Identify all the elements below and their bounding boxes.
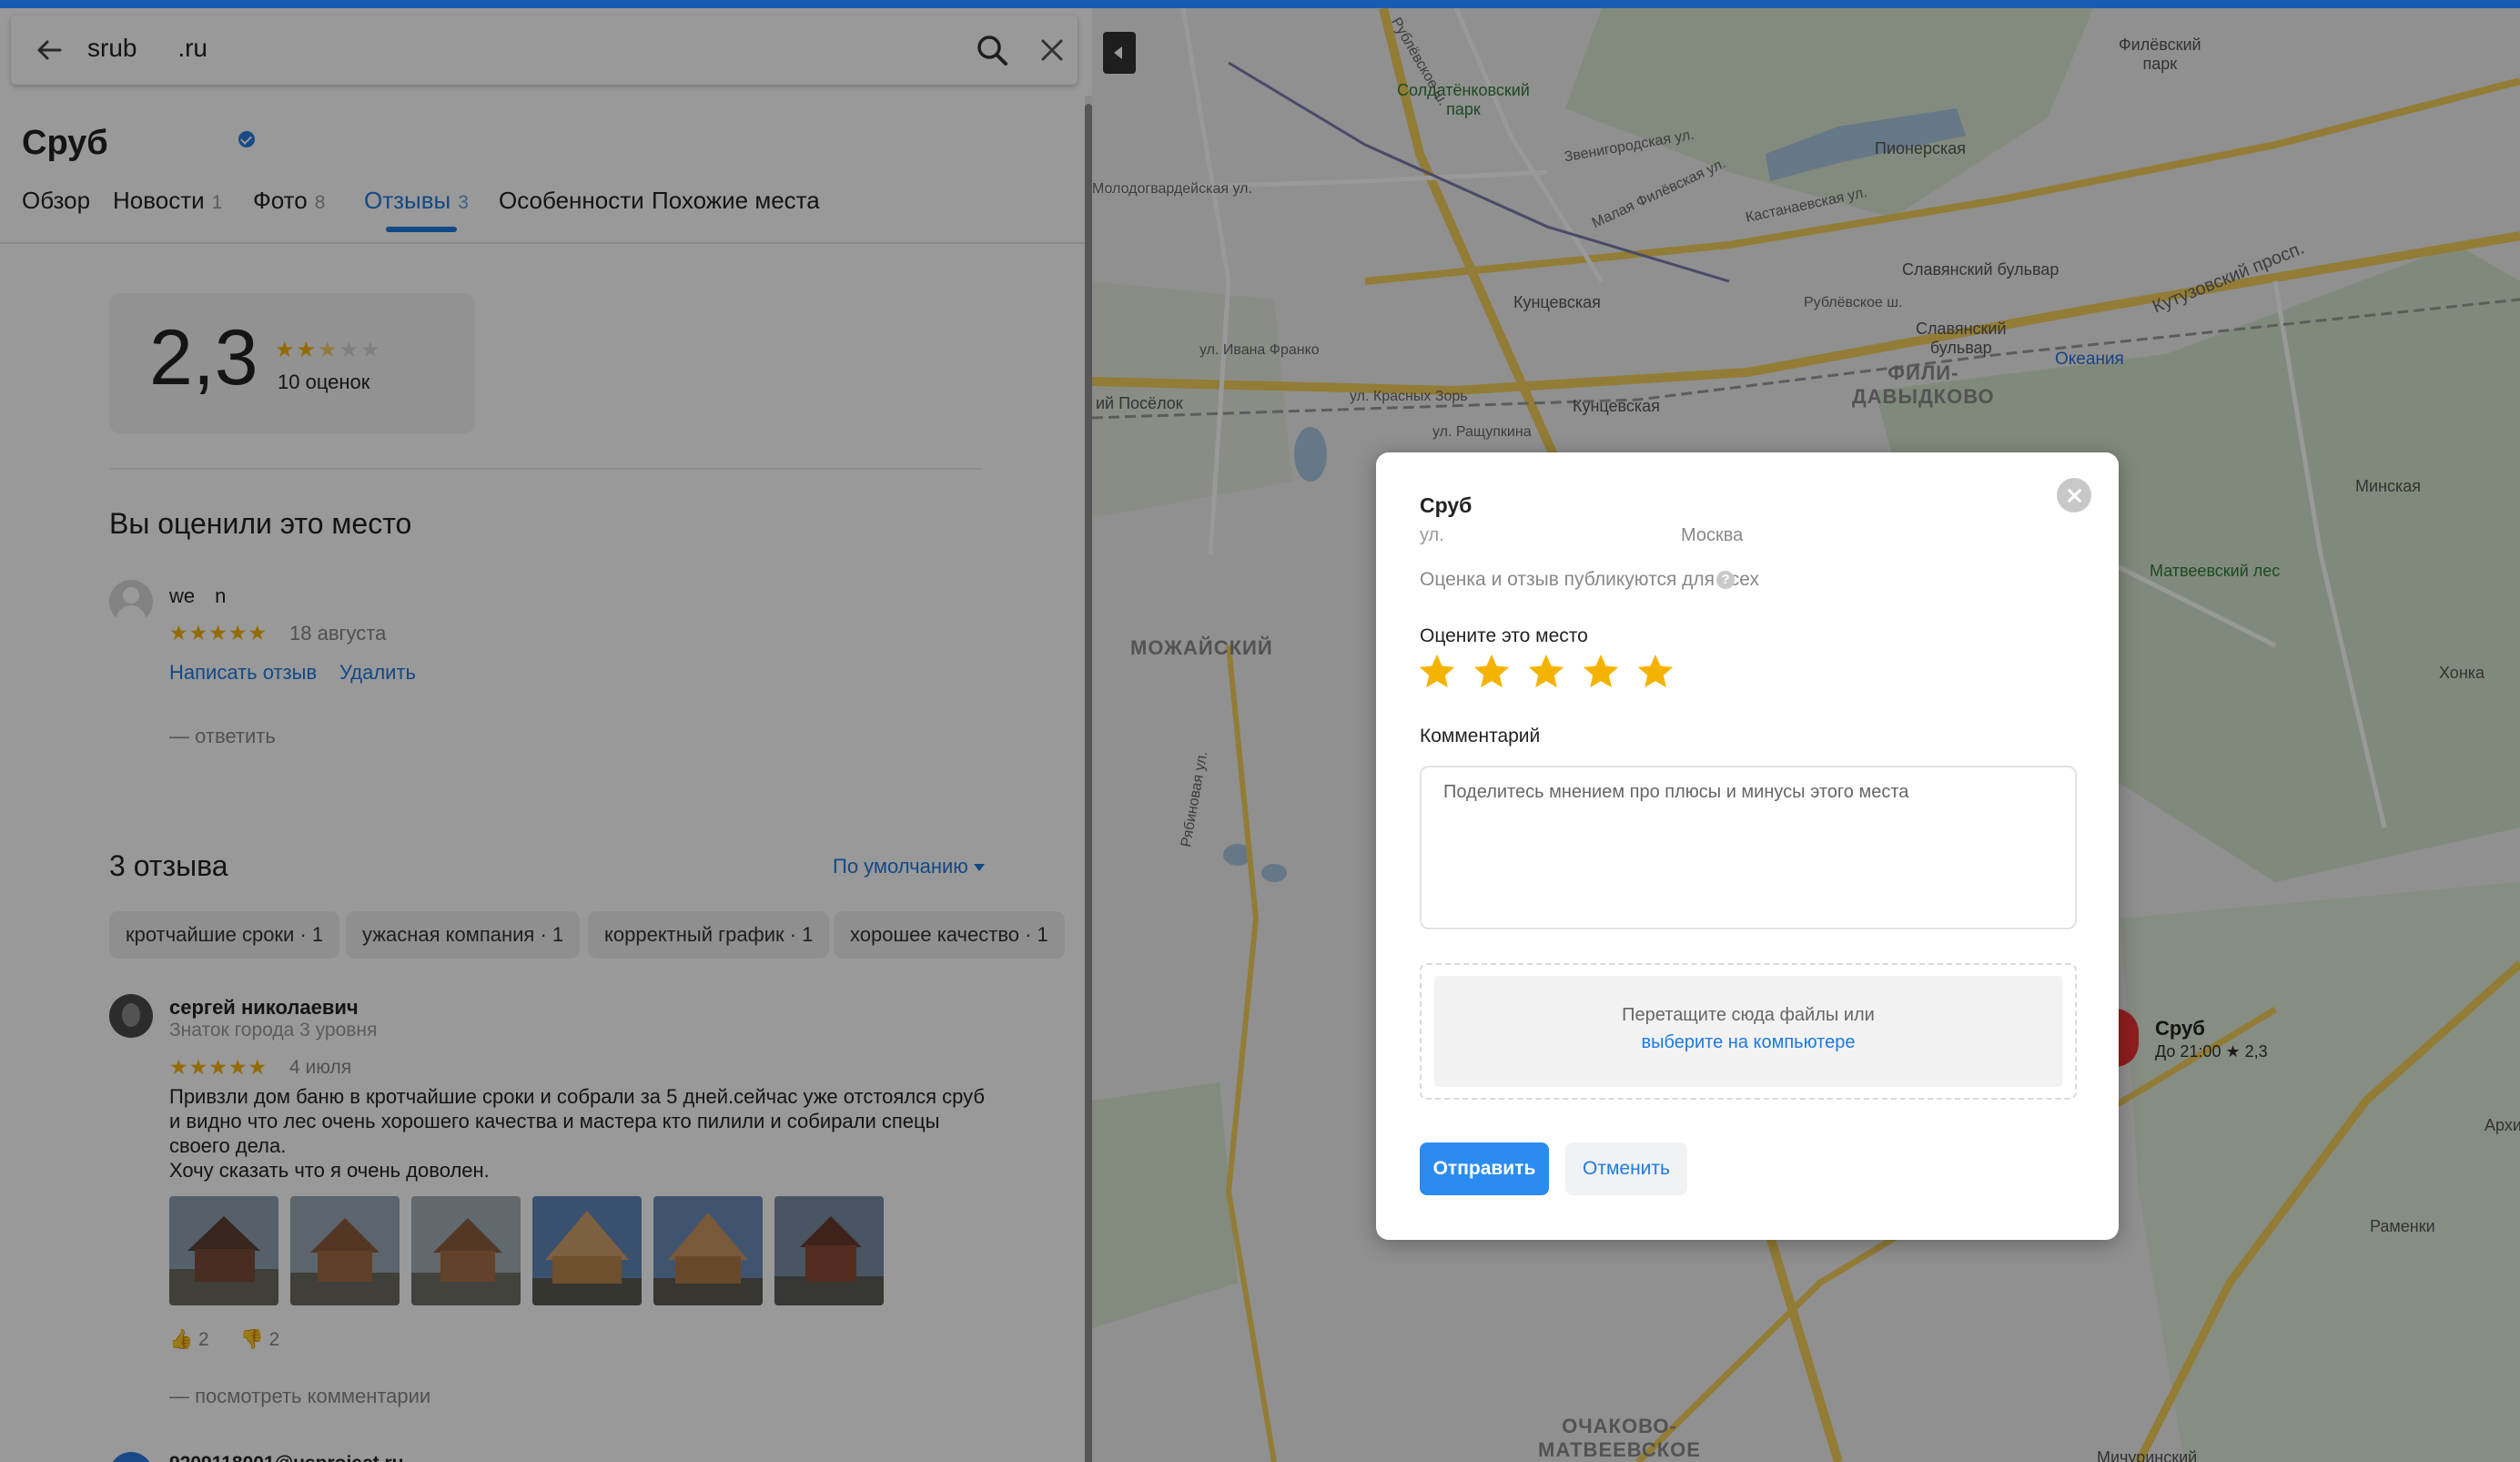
star-icon[interactable] — [1525, 651, 1567, 693]
help-icon[interactable]: ? — [1716, 571, 1735, 589]
review-dialog: Сруб ул. Москва Оценка и отзыв публикуют… — [1376, 452, 2119, 1240]
star-icon[interactable] — [1471, 651, 1513, 693]
comment-textarea[interactable] — [1420, 766, 2077, 929]
modal-overlay[interactable] — [0, 8, 2520, 1462]
star-icon[interactable] — [1580, 651, 1622, 693]
comment-label: Комментарий — [1420, 726, 1541, 746]
choose-file-link[interactable]: выберите на компьютере — [1434, 1032, 2062, 1053]
file-drop-area[interactable]: Перетащите сюда файлы или выберите на ко… — [1434, 976, 2062, 1087]
drop-text: Перетащите сюда файлы или — [1622, 1005, 1875, 1025]
dialog-place-address: ул. — [1420, 525, 1501, 545]
dialog-place-city: Москва — [1681, 525, 1744, 545]
star-icon[interactable] — [1634, 651, 1676, 693]
window-top-bar — [0, 0, 2520, 8]
submit-button[interactable]: Отправить — [1420, 1142, 1549, 1195]
star-icon[interactable] — [1416, 651, 1458, 693]
file-drop-zone[interactable]: Перетащите сюда файлы или выберите на ко… — [1420, 963, 2077, 1100]
rate-label: Оцените это место — [1420, 625, 1588, 646]
dialog-place-title: Сруб — [1420, 493, 1473, 517]
public-note: Оценка и отзыв публикуются для всех — [1420, 569, 1760, 590]
cancel-button[interactable]: Отменить — [1565, 1142, 1687, 1195]
close-icon[interactable] — [2057, 478, 2091, 513]
